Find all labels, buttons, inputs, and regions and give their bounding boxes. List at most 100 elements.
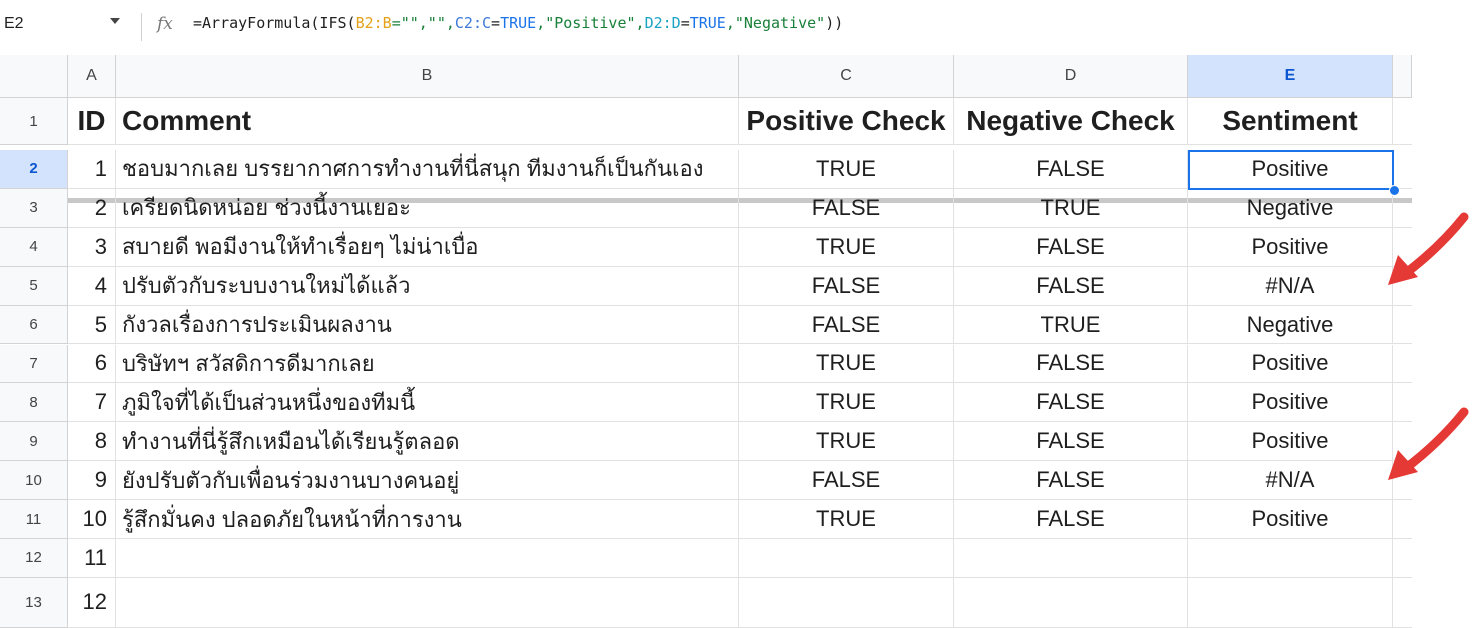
cell-e4[interactable]: Positive: [1188, 227, 1393, 267]
chevron-down-icon[interactable]: [110, 18, 120, 24]
cell-a7[interactable]: 6: [68, 344, 116, 384]
cell-d11[interactable]: FALSE: [954, 500, 1188, 539]
cell-c12[interactable]: [739, 539, 954, 578]
row-header-12[interactable]: 12: [0, 539, 68, 578]
cell-f13[interactable]: [1393, 578, 1412, 628]
select-all-corner[interactable]: [0, 55, 68, 98]
row-header-11[interactable]: 11: [0, 500, 68, 539]
cell-d7[interactable]: FALSE: [954, 344, 1188, 384]
cell-b13[interactable]: [116, 577, 739, 628]
row-header-2[interactable]: 2: [0, 150, 68, 189]
cell-f2[interactable]: [1393, 150, 1412, 189]
cell-b3[interactable]: เครียดนิดหน่อย ช่วงนี้งานเยอะ: [116, 188, 739, 228]
active-cell-outline: [1188, 150, 1394, 190]
cell-a6[interactable]: 5: [68, 305, 116, 345]
row-header-1[interactable]: 1: [0, 98, 68, 145]
cell-f12[interactable]: [1393, 539, 1412, 578]
column-header-c[interactable]: C: [739, 55, 954, 98]
cell-a8[interactable]: 7: [68, 383, 116, 423]
column-header-a[interactable]: A: [68, 55, 116, 98]
row-header-9[interactable]: 9: [0, 422, 68, 462]
row-header-13[interactable]: 13: [0, 577, 68, 628]
cell-b8[interactable]: ภูมิใจที่ได้เป็นส่วนหนึ่งของทีมนี้: [116, 383, 739, 423]
cell-d4[interactable]: FALSE: [954, 227, 1188, 267]
cell-b10[interactable]: ยังปรับตัวกับเพื่อนร่วมงานบางคนอยู่: [116, 461, 739, 501]
name-box[interactable]: E2: [4, 15, 24, 33]
spreadsheet-grid[interactable]: A B C D E 1 ID Comment Positive Check Negative Ch…: [0, 55, 1412, 628]
column-header-e[interactable]: E: [1188, 55, 1393, 98]
column-header-f[interactable]: [1393, 55, 1412, 98]
cell-c1[interactable]: Positive Check: [739, 98, 954, 145]
cell-d12[interactable]: [954, 539, 1188, 578]
cell-d6[interactable]: TRUE: [954, 305, 1188, 345]
cell-a5[interactable]: 4: [68, 266, 116, 306]
cell-e13[interactable]: [1188, 577, 1393, 628]
row-header-4[interactable]: 4: [0, 227, 68, 267]
cell-a13[interactable]: 12: [68, 577, 116, 628]
cell-c11[interactable]: TRUE: [739, 500, 954, 539]
cell-c10[interactable]: FALSE: [739, 461, 954, 501]
cell-b5[interactable]: ปรับตัวกับระบบงานใหม่ได้แล้ว: [116, 266, 739, 306]
cell-e8[interactable]: Positive: [1188, 383, 1393, 423]
cell-a9[interactable]: 8: [68, 422, 116, 462]
cell-c4[interactable]: TRUE: [739, 227, 954, 267]
cell-c5[interactable]: FALSE: [739, 266, 954, 306]
cell-c6[interactable]: FALSE: [739, 305, 954, 345]
cell-f6[interactable]: [1393, 306, 1412, 345]
cell-e1[interactable]: Sentiment: [1188, 98, 1393, 145]
cell-f11[interactable]: [1393, 500, 1412, 539]
cell-d1[interactable]: Negative Check: [954, 98, 1188, 145]
cell-e6[interactable]: Negative: [1188, 305, 1393, 345]
cell-b2[interactable]: ชอบมากเลย บรรยากาศการทำงานที่นี่สนุก ทีม…: [116, 150, 739, 189]
cell-c8[interactable]: TRUE: [739, 383, 954, 423]
column-header-d[interactable]: D: [954, 55, 1188, 98]
cell-d3[interactable]: TRUE: [954, 188, 1188, 228]
fill-handle[interactable]: [1389, 184, 1400, 196]
cell-f7[interactable]: [1393, 345, 1412, 384]
formula-input[interactable]: =ArrayFormula(IFS(B2:B="","",C2:C=TRUE,"…: [193, 14, 843, 32]
formula-token: ="","",: [391, 14, 455, 32]
cell-e5[interactable]: #N/A: [1188, 266, 1393, 306]
cell-a2[interactable]: 1: [68, 150, 116, 189]
row-header-3[interactable]: 3: [0, 188, 68, 228]
cell-a1[interactable]: ID: [68, 98, 116, 145]
cell-c2[interactable]: TRUE: [739, 150, 954, 189]
cell-a12[interactable]: 11: [68, 539, 116, 578]
column-header-b[interactable]: B: [116, 55, 739, 98]
cell-d8[interactable]: FALSE: [954, 383, 1188, 423]
cell-b11[interactable]: รู้สึกมั่นคง ปลอดภัยในหน้าที่การงาน: [116, 500, 739, 539]
cell-a10[interactable]: 9: [68, 461, 116, 501]
cell-b12[interactable]: [116, 539, 739, 578]
cell-a4[interactable]: 3: [68, 227, 116, 267]
cell-e3[interactable]: Negative: [1188, 188, 1393, 228]
cell-a11[interactable]: 10: [68, 500, 116, 539]
cell-b6[interactable]: กังวลเรื่องการประเมินผลงาน: [116, 305, 739, 345]
cell-b4[interactable]: สบายดี พอมีงานให้ทำเรื่อยๆ ไม่น่าเบื่อ: [116, 227, 739, 267]
cell-e10[interactable]: #N/A: [1188, 461, 1393, 501]
formula-token: D2:D: [644, 14, 681, 32]
cell-b9[interactable]: ทำงานที่นี่รู้สึกเหมือนได้เรียนรู้ตลอด: [116, 422, 739, 462]
cell-c13[interactable]: [739, 577, 954, 628]
cell-a3[interactable]: 2: [68, 188, 116, 228]
row-header-10[interactable]: 10: [0, 461, 68, 501]
row-header-7[interactable]: 7: [0, 344, 68, 384]
cell-e11[interactable]: Positive: [1188, 500, 1393, 539]
cell-c7[interactable]: TRUE: [739, 344, 954, 384]
cell-b1[interactable]: Comment: [116, 98, 739, 145]
cell-d9[interactable]: FALSE: [954, 422, 1188, 462]
cell-d2[interactable]: FALSE: [954, 150, 1188, 189]
cell-e12[interactable]: [1188, 539, 1393, 578]
row-header-8[interactable]: 8: [0, 383, 68, 423]
cell-b7[interactable]: บริษัทฯ สวัสดิการดีมากเลย: [116, 344, 739, 384]
row-header-5[interactable]: 5: [0, 266, 68, 306]
row-header-6[interactable]: 6: [0, 305, 68, 345]
cell-d10[interactable]: FALSE: [954, 461, 1188, 501]
cell-e9[interactable]: Positive: [1188, 422, 1393, 462]
cell-f1[interactable]: [1393, 98, 1412, 145]
cell-c9[interactable]: TRUE: [739, 422, 954, 462]
cell-c3[interactable]: FALSE: [739, 188, 954, 228]
cell-e7[interactable]: Positive: [1188, 344, 1393, 384]
cell-d13[interactable]: [954, 577, 1188, 628]
annotation-arrow-icon: [1388, 212, 1469, 286]
cell-d5[interactable]: FALSE: [954, 266, 1188, 306]
